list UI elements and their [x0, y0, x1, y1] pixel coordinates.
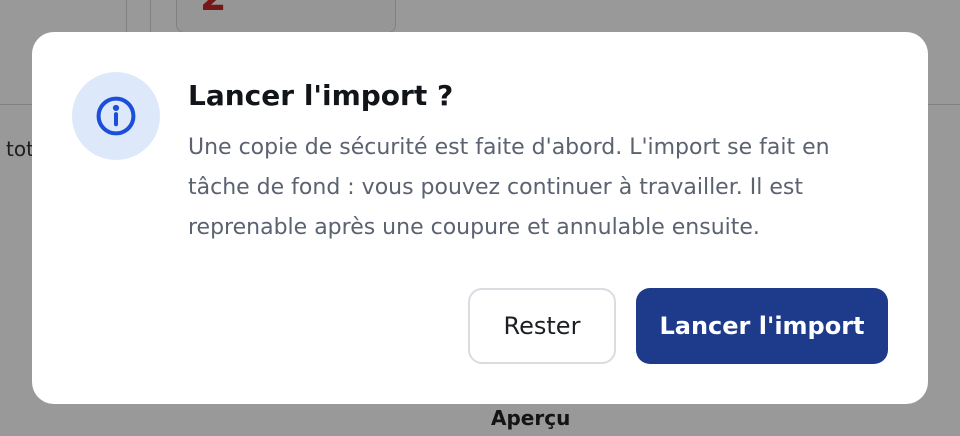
dialog-title: Lancer l'import ? [188, 79, 454, 112]
stay-button[interactable]: Rester [468, 288, 616, 364]
info-icon [72, 72, 160, 160]
dialog-message: Une copie de sécurité est faite d'abord.… [188, 135, 830, 240]
confirm-import-dialog: Lancer l'import ? Une copie de sécurité … [32, 32, 928, 404]
launch-import-button[interactable]: Lancer l'import [636, 288, 888, 364]
